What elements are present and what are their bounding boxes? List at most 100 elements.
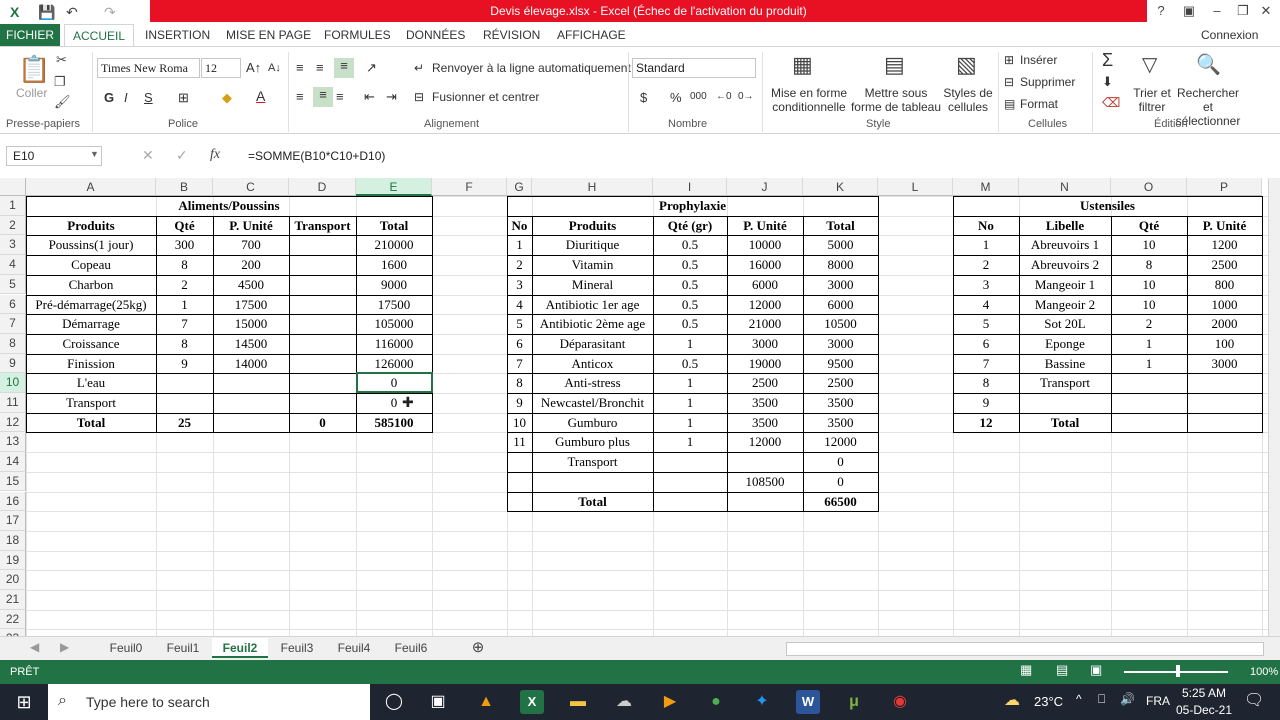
row-header[interactable]: 22 — [0, 609, 26, 630]
cortana-icon[interactable]: ◯ — [382, 690, 406, 714]
cell[interactable] — [289, 354, 356, 374]
table-format-icon[interactable]: ▤ — [884, 52, 905, 78]
cell[interactable]: Qté — [1111, 216, 1187, 236]
tab-insertion[interactable]: INSERTION — [137, 24, 218, 46]
cell[interactable]: 14500 — [213, 334, 289, 354]
cell[interactable]: 3500 — [727, 413, 803, 433]
file-explorer-icon[interactable]: ▬ — [566, 690, 590, 714]
cell-styles-button[interactable]: Styles de cellules — [942, 86, 994, 114]
cell[interactable] — [507, 472, 532, 492]
cell[interactable]: 1 — [1111, 334, 1187, 354]
cell[interactable] — [727, 452, 803, 472]
cell[interactable]: Aliments/Poussins — [26, 196, 432, 216]
row-header[interactable]: 19 — [0, 550, 26, 571]
tab-mise-en-page[interactable]: MISE EN PAGE — [218, 24, 319, 46]
cell[interactable]: Eponge — [1019, 334, 1111, 354]
cell[interactable]: 10000 — [727, 235, 803, 255]
cell[interactable]: 3500 — [803, 413, 878, 433]
clock-time[interactable]: 5:25 AM — [1176, 686, 1232, 700]
grow-font-icon[interactable]: A↑ — [246, 60, 261, 75]
cell[interactable]: 8 — [156, 255, 213, 275]
cell[interactable]: Transport — [289, 216, 356, 236]
row-header[interactable]: 17 — [0, 511, 26, 531]
cell[interactable]: L'eau — [26, 373, 156, 393]
merge-center-button[interactable]: Fusionner et centrer — [432, 90, 539, 104]
align-top-icon[interactable]: ≡ — [296, 60, 304, 75]
cell[interactable]: Bassine — [1019, 354, 1111, 374]
row-header[interactable]: 20 — [0, 570, 26, 590]
cell[interactable]: Prophylaxie — [507, 196, 878, 216]
zoom-level[interactable]: 100% — [1250, 660, 1278, 684]
copy-icon[interactable]: ❐ — [54, 74, 66, 90]
cell[interactable]: 2 — [1111, 314, 1187, 334]
cell[interactable]: Pré-démarrage(25kg) — [26, 295, 156, 315]
cell[interactable]: 21000 — [727, 314, 803, 334]
cell[interactable]: 1 — [953, 235, 1019, 255]
cell[interactable]: 3000 — [803, 334, 878, 354]
cell[interactable]: Déparasitant — [532, 334, 653, 354]
cell[interactable]: 1600 — [356, 255, 432, 275]
shrink-font-icon[interactable]: A↓ — [268, 62, 281, 74]
cell[interactable]: 8000 — [803, 255, 878, 275]
cell[interactable]: Mangeoir 2 — [1019, 295, 1111, 315]
bold-icon[interactable]: G — [104, 90, 114, 105]
chrome-icon[interactable]: ● — [704, 690, 728, 714]
cell[interactable]: 9 — [156, 354, 213, 374]
row-header[interactable]: 16 — [0, 491, 26, 512]
cell[interactable]: Croissance — [26, 334, 156, 354]
borders-icon[interactable]: ⊞ — [178, 90, 189, 106]
tab-donnees[interactable]: DONNÉES — [398, 24, 473, 46]
row-header[interactable]: 14 — [0, 452, 26, 472]
undo-icon[interactable]: ↶ — [66, 2, 78, 22]
column-header[interactable]: M — [953, 178, 1019, 196]
wrap-text-button[interactable]: Renvoyer à la ligne automatiquement — [432, 61, 631, 75]
cell[interactable]: P. Unité — [1187, 216, 1262, 236]
cell[interactable]: Abreuvoirs 2 — [1019, 255, 1111, 275]
cell[interactable]: Total — [803, 216, 878, 236]
fill-color-icon[interactable]: ◆ — [222, 90, 232, 106]
cell[interactable] — [156, 393, 213, 413]
formula-input[interactable]: =SOMME(B10*C10+D10) — [248, 146, 385, 166]
add-sheet-icon[interactable]: ⊕ — [466, 638, 490, 658]
cell[interactable]: Qté — [156, 216, 213, 236]
decrease-decimal-icon[interactable]: 0→ — [738, 91, 754, 102]
tab-revision[interactable]: RÉVISION — [475, 24, 548, 46]
cell[interactable]: Démarrage — [26, 314, 156, 334]
row-header[interactable]: 12 — [0, 412, 26, 433]
cell[interactable]: Total — [532, 492, 653, 512]
cell[interactable]: 4 — [953, 295, 1019, 315]
column-header[interactable]: K — [803, 178, 878, 196]
cell[interactable]: 9000 — [356, 275, 432, 295]
align-left-icon[interactable]: ≡ — [296, 89, 304, 104]
row-header[interactable]: 2 — [0, 215, 26, 236]
clear-icon[interactable]: ⌫ — [1102, 95, 1120, 111]
cell[interactable]: No — [507, 216, 532, 236]
cell[interactable] — [289, 275, 356, 295]
cell[interactable]: 5000 — [803, 235, 878, 255]
cell[interactable]: 1200 — [1187, 235, 1262, 255]
zoom-slider-thumb[interactable] — [1176, 665, 1180, 677]
cell[interactable] — [653, 472, 727, 492]
cell[interactable]: Gumburo plus — [532, 432, 653, 452]
cell[interactable]: 1 — [653, 373, 727, 393]
minimize-button[interactable]: – — [1203, 0, 1231, 22]
row-header[interactable]: 4 — [0, 255, 26, 275]
account-link[interactable]: Connexion — [1193, 24, 1266, 46]
autosum-icon[interactable]: Σ — [1102, 50, 1113, 71]
cell[interactable]: 5 — [507, 314, 532, 334]
cell[interactable] — [289, 373, 356, 393]
cell[interactable]: Copeau — [26, 255, 156, 275]
column-header[interactable]: B — [156, 178, 213, 196]
cell[interactable]: 7 — [156, 314, 213, 334]
cell[interactable]: Charbon — [26, 275, 156, 295]
cell[interactable]: 126000 — [356, 354, 432, 374]
vlc-icon[interactable]: ▲ — [474, 690, 498, 714]
column-header[interactable]: D — [289, 178, 356, 196]
row-header[interactable]: 8 — [0, 333, 26, 354]
utorrent-icon[interactable]: μ — [842, 690, 866, 714]
cell[interactable] — [213, 413, 289, 433]
cell[interactable] — [507, 492, 532, 512]
increase-indent-icon[interactable]: ⇥ — [386, 89, 397, 105]
column-header[interactable]: A — [26, 178, 156, 196]
row-header[interactable]: 21 — [0, 590, 26, 610]
